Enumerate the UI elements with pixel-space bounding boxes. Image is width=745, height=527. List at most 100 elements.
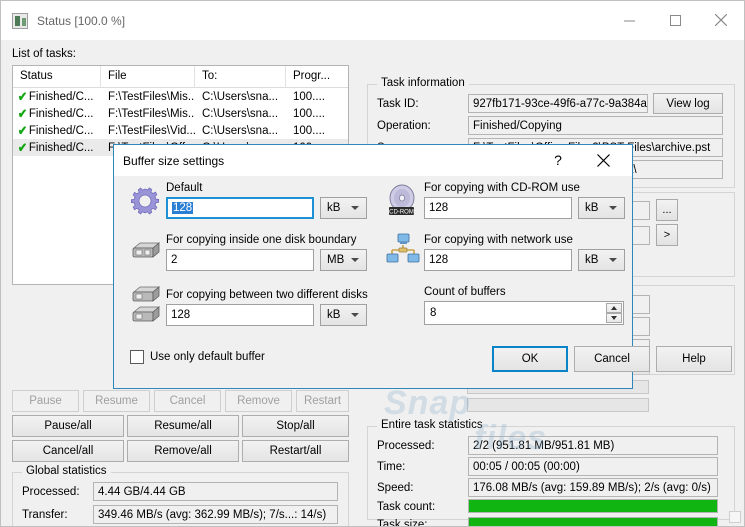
ok-button[interactable]: OK <box>492 346 568 372</box>
two-disks-label: For copying between two different disks <box>166 289 368 301</box>
gear-icon <box>130 186 160 219</box>
title-bar: Status [100.0 %] <box>1 1 744 40</box>
column-header-file[interactable]: File <box>101 66 195 88</box>
network-input[interactable]: 128 <box>424 249 572 271</box>
two-disks-value: 128 <box>171 309 191 321</box>
dialog-body: Snap files Default 128 kB For copying in… <box>114 176 732 457</box>
network-unit-value: kB <box>585 254 599 266</box>
task-list-header: Status File To: Progr... <box>13 66 348 88</box>
stats2-bar-3 <box>467 398 649 412</box>
global-statistics-legend: Global statistics <box>22 465 111 477</box>
cell-file: F:\TestFiles\Vid... <box>108 124 195 137</box>
resume-button[interactable]: Resume <box>83 390 150 412</box>
global-statistics-group: Global statistics Processed: 4.44 GB/4.4… <box>12 465 349 526</box>
default-buffer-input[interactable]: 128 <box>166 197 314 219</box>
entire-task-statistics-group: Entire task statistics Processed: 2/2 (9… <box>367 419 735 526</box>
count-of-buffers-label: Count of buffers <box>424 286 506 298</box>
count-of-buffers-group: Count of buffers 8 <box>424 286 624 325</box>
window-controls <box>606 1 744 39</box>
remove-button[interactable]: Remove <box>225 390 292 412</box>
column-header-progress[interactable]: Progr... <box>286 66 348 88</box>
default-buffer-unit-value: kB <box>327 202 341 214</box>
finished-check-icon: ✔ <box>17 141 28 154</box>
cell-progress: 100.... <box>293 90 325 103</box>
table-row[interactable]: ✔ Finished/C... F:\TestFiles\Mis... C:\U… <box>13 105 348 122</box>
dialog-title: Buffer size settings <box>123 153 225 168</box>
buffer-size-settings-dialog: Buffer size settings ? Snap files Defaul… <box>113 144 732 457</box>
column-header-status[interactable]: Status <box>13 66 101 88</box>
entire-speed-label: Speed: <box>377 482 414 494</box>
table-row[interactable]: ✔ Finished/C... F:\TestFiles\Vid... C:\U… <box>13 122 348 139</box>
global-processed-label: Processed: <box>22 486 80 498</box>
stepper-up-icon[interactable] <box>606 303 622 313</box>
browse-button[interactable]: ... <box>656 199 678 221</box>
global-processed-value: 4.44 GB/4.44 GB <box>93 482 338 501</box>
entire-task-size-label: Task size: <box>377 519 428 527</box>
resume-all-button[interactable]: Resume/all <box>127 415 239 437</box>
one-disk-unit-select[interactable]: MB <box>320 249 367 271</box>
cdrom-unit-select[interactable]: kB <box>578 197 625 219</box>
checkbox-box-icon <box>130 350 144 364</box>
default-buffer-value: 128 <box>172 202 194 214</box>
cdrom-unit-value: kB <box>585 202 599 214</box>
one-disk-unit-value: MB <box>327 254 345 266</box>
cdrom-input[interactable]: 128 <box>424 197 572 219</box>
one-disk-label: For copying inside one disk boundary <box>166 234 357 246</box>
network-icon <box>386 233 420 268</box>
one-disk-input[interactable]: 2 <box>166 249 314 271</box>
use-only-default-buffer-checkbox[interactable]: Use only default buffer <box>130 350 265 364</box>
restart-all-button[interactable]: Restart/all <box>242 440 349 462</box>
count-of-buffers-stepper[interactable]: 8 <box>424 301 624 325</box>
column-header-to[interactable]: To: <box>195 66 286 88</box>
global-transfer-label: Transfer: <box>22 509 68 521</box>
global-transfer-value: 349.46 MB/s (avg: 362.99 MB/s); 7/s...: … <box>93 505 338 524</box>
close-button[interactable] <box>698 1 744 39</box>
chevron-down-icon <box>351 206 359 210</box>
two-disks-unit-select[interactable]: kB <box>320 304 367 326</box>
entire-processed-label: Processed: <box>377 440 435 452</box>
stepper-down-icon[interactable] <box>606 313 622 323</box>
dialog-close-icon[interactable] <box>582 145 624 175</box>
chevron-down-icon <box>351 313 359 317</box>
cdrom-value: 128 <box>429 202 449 214</box>
pause-all-button[interactable]: Pause/all <box>12 415 124 437</box>
entire-task-statistics-legend: Entire task statistics <box>377 419 487 431</box>
entire-task-size-bar <box>468 517 718 526</box>
application-window: Status [100.0 %] List of tasks: Status F… <box>0 0 745 527</box>
stepper-arrows <box>606 303 622 323</box>
go-button[interactable]: > <box>656 224 678 246</box>
cancel-button[interactable]: Cancel <box>574 346 650 372</box>
remove-all-button[interactable]: Remove/all <box>127 440 239 462</box>
cell-status: Finished/C... <box>28 141 94 154</box>
dialog-help-icon[interactable]: ? <box>540 145 576 175</box>
cdrom-field-group: For copying with CD-ROM use 128 kB <box>424 182 625 219</box>
cell-status: Finished/C... <box>28 107 94 120</box>
count-of-buffers-value: 8 <box>430 307 437 319</box>
maximize-button[interactable] <box>652 1 698 39</box>
pause-button[interactable]: Pause <box>12 390 79 412</box>
stop-all-button[interactable]: Stop/all <box>242 415 349 437</box>
finished-check-icon: ✔ <box>17 107 28 120</box>
minimize-button[interactable] <box>606 1 652 39</box>
entire-time-label: Time: <box>377 461 406 473</box>
restart-button[interactable]: Restart <box>296 390 349 412</box>
default-buffer-unit-select[interactable]: kB <box>320 197 367 219</box>
cell-file: F:\TestFiles\Mis... <box>108 90 195 103</box>
cdrom-label: For copying with CD-ROM use <box>424 182 580 194</box>
entire-task-count-label: Task count: <box>377 501 436 513</box>
resize-grip[interactable] <box>729 511 741 523</box>
two-disks-unit-value: kB <box>327 309 341 321</box>
table-row[interactable]: ✔ Finished/C... F:\TestFiles\Mis... C:\U… <box>13 88 348 105</box>
two-disks-input[interactable]: 128 <box>166 304 314 326</box>
view-log-button[interactable]: View log <box>653 93 723 114</box>
network-unit-select[interactable]: kB <box>578 249 625 271</box>
cancel-button[interactable]: Cancel <box>154 390 221 412</box>
help-button[interactable]: Help <box>656 346 732 372</box>
window-title: Status [100.0 %] <box>37 13 126 28</box>
list-of-tasks-label: List of tasks: <box>12 48 76 60</box>
dialog-title-bar: Buffer size settings ? <box>114 145 632 176</box>
entire-speed-value: 176.08 MB/s (avg: 159.89 MB/s); 2/s (avg… <box>468 478 718 497</box>
one-disk-value: 2 <box>171 254 178 266</box>
cancel-all-button[interactable]: Cancel/all <box>12 440 124 462</box>
entire-processed-value: 2/2 (951.81 MB/951.81 MB) <box>468 436 718 455</box>
